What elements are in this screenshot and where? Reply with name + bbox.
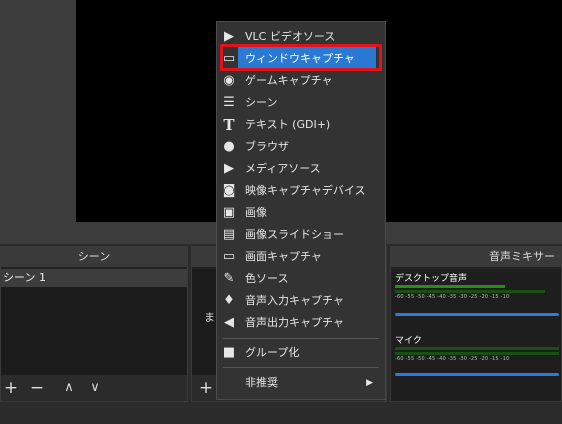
add-scene-button[interactable]: + [1,377,21,399]
image-icon: ▣ [222,205,236,220]
menu-item-scene[interactable]: ☰ シーン [217,92,385,114]
add-source-button[interactable]: + [196,377,216,399]
menu-separator [223,338,379,339]
menu-item-browser[interactable]: ● ブラウザ [217,136,385,158]
menu-item-audio-input-capture[interactable]: ♦ 音声入力キャプチャ [217,290,385,312]
move-scene-up-button[interactable]: ∧ [59,377,79,399]
text-icon: T [223,116,235,134]
menu-item-image-slideshow[interactable]: ▤ 画像スライドショー [217,224,385,246]
desktop-audio-label: デスクトップ音声 [395,274,468,284]
scenes-dock: シーン シーン 1 + − ∧ ∨ [0,246,188,402]
desktop-audio-volume-slider[interactable] [395,313,559,316]
menu-item-image[interactable]: ▣ 画像 [217,202,385,224]
submenu-arrow-icon: ▶ [366,378,373,388]
monitor-icon: ▭ [222,249,236,264]
menu-item-color-source[interactable]: ✎ 色ソース [217,268,385,290]
mic-audio-meter-peak [395,352,559,355]
sources-empty-text: ま [204,311,215,324]
menu-item-display-capture[interactable]: ▭ 画面キャプチャ [217,246,385,268]
move-scene-down-button[interactable]: ∨ [85,377,105,399]
globe-icon: ● [223,139,235,154]
desktop-audio-meter-peak [395,290,545,293]
scenes-toolbar: + − ∧ ∨ [1,375,187,401]
window-icon: ▭ [222,51,236,66]
mic-audio-label: マイク [395,336,422,346]
menu-item-vlc-video-source[interactable]: ▶ VLC ビデオソース [217,26,385,48]
menu-item-text-gdi[interactable]: T テキスト (GDI+) [217,114,385,136]
menu-item-audio-output-capture[interactable]: ◀ 音声出力キャプチャ [217,312,385,334]
menu-separator [223,367,379,368]
audio-mixer-title: 音声ミキサー [391,247,561,267]
play-icon: ▶ [224,29,234,44]
menu-item-video-capture-device[interactable]: ◙ 映像キャプチャデバイス [217,180,385,202]
slideshow-icon: ▤ [222,227,236,242]
menu-item-window-capture[interactable]: ▭ ウィンドウキャプチャ [217,48,385,70]
camera-icon: ◙ [222,183,236,198]
list-icon: ☰ [223,95,235,110]
mic-audio-ticks: -60 -55 -50 -45 -40 -35 -30 -25 -20 -15 … [395,356,510,362]
desktop-audio-meter [395,285,505,288]
menu-item-group[interactable]: ■ グループ化 [217,342,385,364]
desktop-audio-ticks: -60 -55 -50 -45 -40 -35 -30 -25 -20 -15 … [395,294,510,300]
add-source-context-menu: ▶ VLC ビデオソース ▭ ウィンドウキャプチャ ◉ ゲームキャプチャ ☰ シ… [216,21,386,400]
menu-item-game-capture[interactable]: ◉ ゲームキャプチャ [217,70,385,92]
brush-icon: ✎ [223,271,235,286]
scenes-dock-title: シーン [1,247,187,267]
speaker-icon: ◀ [224,315,234,330]
scenes-list: シーン 1 [1,269,187,375]
audio-mixer-dock: 音声ミキサー デスクトップ音声 -60 -55 -50 -45 -40 -35 … [390,246,562,402]
remove-scene-button[interactable]: − [27,377,47,399]
mixer-body: デスクトップ音声 -60 -55 -50 -45 -40 -35 -30 -25… [391,269,561,401]
gamepad-icon: ◉ [223,73,235,88]
play-icon: ▶ [224,161,234,176]
microphone-icon: ♦ [223,293,235,308]
mic-audio-volume-slider[interactable] [395,373,559,376]
menu-item-media-source[interactable]: ▶ メディアソース [217,158,385,180]
mic-audio-meter [395,347,559,350]
scene-item[interactable]: シーン 1 [1,269,187,287]
menu-item-deprecated[interactable]: 非推奨 ▶ [217,372,385,394]
folder-icon: ■ [222,345,236,360]
